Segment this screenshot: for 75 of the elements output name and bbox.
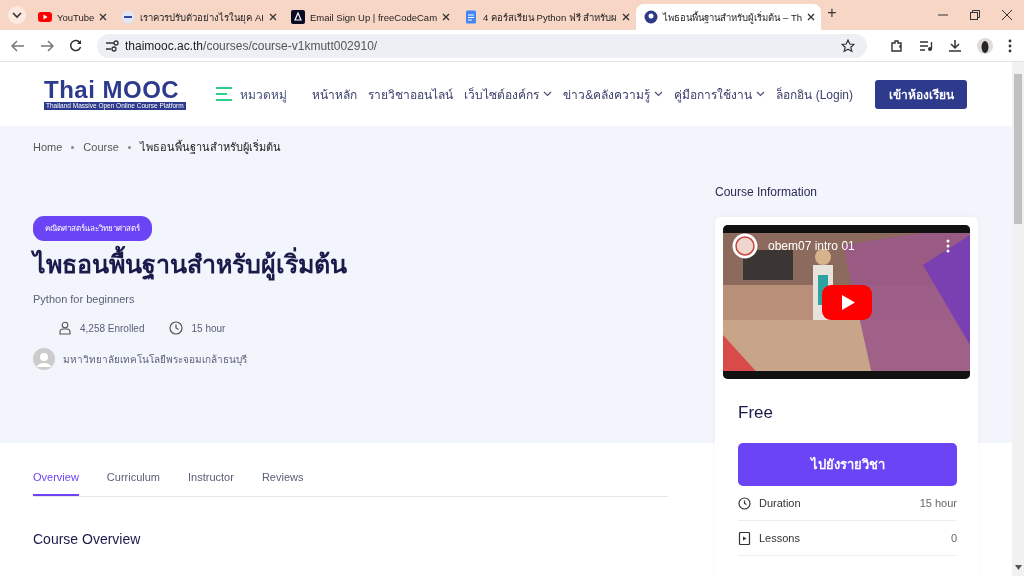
chevron-down-icon (543, 91, 553, 97)
video-player[interactable]: obem07 intro 01 (723, 225, 970, 379)
course-duration: 15 hour (191, 322, 226, 334)
close-icon[interactable] (268, 13, 277, 21)
video-title: obem07 intro 01 (768, 239, 856, 253)
back-icon[interactable] (11, 39, 25, 52)
browser-tab[interactable]: YouTube (30, 4, 114, 30)
profile-avatar-icon[interactable] (977, 37, 993, 54)
institution-name[interactable]: มหาวิทยาลัยเทคโนโลยีพระจอมเกล้าธนบุรี (63, 351, 247, 367)
content-tab[interactable]: Reviews (261, 469, 304, 496)
scrollbar[interactable] (1012, 62, 1024, 576)
user-icon (59, 321, 71, 335)
forward-icon[interactable] (40, 39, 54, 52)
browser-tab[interactable]: ไพธอนพื้นฐานสำหรับผู้เริ่มต้น – Th (636, 4, 822, 30)
triangle-logo-icon (290, 10, 305, 24)
download-icon[interactable] (948, 38, 962, 53)
tab-list-icon[interactable] (8, 6, 26, 24)
site-logo-icon (644, 10, 659, 24)
site-logo-icon (121, 10, 136, 24)
nav-link[interactable]: ล็อกอิน (Login) (776, 84, 853, 104)
breadcrumb-link[interactable]: Home (33, 141, 63, 153)
close-icon[interactable] (442, 13, 451, 21)
content-tab[interactable]: Curriculum (106, 469, 161, 496)
browser-tab[interactable]: 4 คอร์สเรียน Python ฟรี สำหรับผ (456, 4, 637, 30)
course-subtitle: Python for beginners (33, 293, 136, 305)
section-heading: Course Overview (33, 531, 142, 547)
bookmark-star-icon[interactable] (841, 38, 855, 53)
nav-link[interactable]: ข่าว&คลังความรู้ (563, 84, 664, 104)
enrolled-count: 4,258 Enrolled (80, 322, 145, 334)
lesson-file-icon (738, 531, 751, 545)
nav-link[interactable]: คู่มือการใช้งาน (674, 84, 766, 104)
close-icon[interactable] (807, 13, 816, 21)
avatar-icon (33, 348, 55, 370)
categories-menu[interactable]: หมวดหมู่ (215, 84, 287, 104)
clock-icon (168, 321, 183, 335)
url-text: thaimooc.ac.th/courses/course-v1kmutt002910/ (125, 38, 379, 53)
content-tab[interactable]: Instructor (188, 469, 234, 496)
chevron-down-icon (756, 91, 766, 97)
channel-emblem-icon (732, 233, 758, 259)
reload-icon[interactable] (69, 39, 82, 52)
clock-icon (738, 496, 751, 510)
more-menu-icon[interactable] (946, 239, 950, 253)
info-label: Duration (759, 497, 802, 509)
close-icon[interactable] (99, 13, 108, 21)
youtube-icon (38, 10, 52, 24)
chevron-down-icon (654, 91, 664, 97)
category-badge[interactable]: คณิตศาสตร์และวิทยาศาสตร์ (33, 216, 152, 241)
new-tab-button[interactable]: + (827, 4, 837, 22)
play-button-icon[interactable] (822, 285, 872, 320)
close-icon[interactable] (622, 13, 631, 21)
nav-link[interactable]: หน้าหลัก (312, 84, 358, 104)
scrollbar-thumb[interactable] (1014, 74, 1022, 224)
document-icon (464, 10, 479, 24)
sidebar-heading: Course Information (715, 185, 819, 199)
extensions-icon[interactable] (890, 38, 904, 53)
enter-classroom-button[interactable]: เข้าห้องเรียน (875, 79, 967, 109)
more-menu-icon[interactable] (1008, 38, 1012, 53)
breadcrumb-link[interactable]: Course (83, 141, 119, 153)
nav-link[interactable]: รายวิชาออนไลน์ (368, 84, 454, 104)
media-icon[interactable] (919, 39, 933, 52)
go-to-course-button[interactable]: ไปยังรายวิชา (738, 443, 957, 486)
info-label: Lessons (759, 532, 801, 544)
browser-tab[interactable]: เราควรปรับตัวอย่างไรในยุค AI (113, 4, 283, 30)
browser-tab[interactable]: Email Sign Up | freeCodeCam (282, 4, 457, 30)
info-value: 0 (950, 532, 957, 544)
nav-link[interactable]: เว็บไซต์องค์กร (464, 84, 553, 104)
restore-icon[interactable] (970, 10, 980, 20)
close-icon[interactable] (1002, 10, 1012, 20)
content-tab[interactable]: Overview (33, 469, 79, 496)
menu-icon (215, 87, 232, 101)
course-price: Free (738, 403, 774, 423)
site-settings-icon[interactable] (105, 39, 119, 52)
info-value: 15 hour (919, 497, 957, 509)
course-title: ไพธอนพื้นฐานสำหรับผู้เริ่มต้น (33, 247, 701, 281)
address-bar[interactable]: thaimooc.ac.th/courses/course-v1kmutt002910/ (97, 33, 867, 58)
